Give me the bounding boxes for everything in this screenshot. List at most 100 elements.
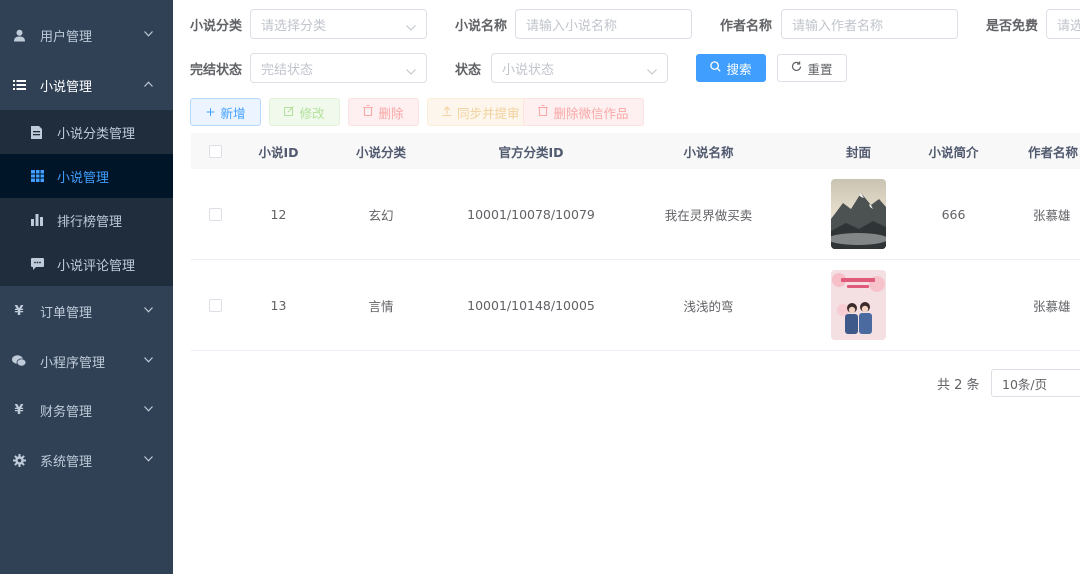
menu-finance-management[interactable]: ¥ 财务管理 bbox=[0, 385, 173, 435]
author-label: 作者名称 bbox=[720, 19, 773, 34]
intro-cell bbox=[906, 260, 1001, 350]
intro-cell: 666 bbox=[941, 206, 966, 222]
cover-image[interactable] bbox=[831, 179, 886, 249]
table-row: 13 言情 10001/10148/10005 浅浅的弯 张慕雄 bbox=[191, 260, 1080, 351]
novel-name-input[interactable]: 请输入小说名称 bbox=[515, 9, 692, 39]
table-icon bbox=[30, 169, 44, 183]
menu-order-management[interactable]: ¥ 订单管理 bbox=[0, 286, 173, 336]
cover-cell bbox=[811, 169, 906, 259]
cover-cell bbox=[811, 260, 906, 350]
reset-button-label: 重置 bbox=[807, 61, 833, 77]
free-placeholder: 请选 bbox=[1057, 18, 1080, 34]
page-size-value: 10条/页 bbox=[1002, 376, 1048, 392]
author-cell: 张慕雄 bbox=[1033, 298, 1071, 314]
column-header: 小说名称 bbox=[683, 144, 734, 160]
category-cell: 言情 bbox=[368, 298, 394, 314]
menu-label: 订单管理 bbox=[40, 305, 93, 321]
sidebar-item-ranking[interactable]: 排行榜管理 bbox=[0, 198, 173, 242]
plus-icon: + bbox=[205, 105, 216, 119]
sync-submit-button[interactable]: 同步并提审 bbox=[427, 98, 529, 126]
status-placeholder: 小说状态 bbox=[502, 62, 555, 78]
refresh-icon bbox=[791, 61, 802, 75]
cover-image[interactable] bbox=[831, 270, 886, 340]
sidebar-item-label: 排行榜管理 bbox=[57, 214, 123, 230]
sidebar-item-novel-category[interactable]: 小说分类管理 bbox=[0, 110, 173, 154]
finish-placeholder: 完结状态 bbox=[261, 62, 314, 78]
select-all-cell[interactable] bbox=[201, 133, 229, 169]
edit-button[interactable]: 修改 bbox=[269, 98, 340, 126]
category-label: 小说分类 bbox=[190, 19, 243, 34]
chevron-down-icon bbox=[647, 64, 657, 75]
column-header: 小说ID bbox=[258, 144, 299, 160]
sidebar-item-label: 小说管理 bbox=[57, 170, 110, 186]
yen-icon: ¥ bbox=[14, 303, 24, 319]
add-button-label: 新增 bbox=[220, 105, 246, 121]
sidebar: 用户管理 小说管理 小说分类管理 小说管理 排行榜管理 小说评论管理 ¥ 订单管… bbox=[0, 0, 173, 574]
category-cell: 玄幻 bbox=[368, 207, 394, 223]
user-icon bbox=[12, 28, 26, 42]
novel-status-select[interactable]: 小说状态 bbox=[491, 53, 668, 83]
novel-name-placeholder: 请输入小说名称 bbox=[526, 18, 618, 34]
sidebar-item-label: 小说评论管理 bbox=[57, 258, 136, 274]
category-placeholder: 请选择分类 bbox=[261, 18, 327, 34]
author-name-placeholder: 请输入作者名称 bbox=[792, 18, 884, 34]
menu-label: 小程序管理 bbox=[40, 355, 106, 371]
delete-wechat-works-button[interactable]: 删除微信作品 bbox=[523, 98, 644, 126]
menu-label: 系统管理 bbox=[40, 454, 93, 470]
finish-label: 完结状态 bbox=[190, 63, 243, 78]
finish-status-select[interactable]: 完结状态 bbox=[250, 53, 427, 83]
search-icon bbox=[710, 61, 722, 75]
wechat-icon bbox=[12, 354, 26, 368]
column-header: 小说简介 bbox=[928, 144, 979, 160]
search-button[interactable]: 搜索 bbox=[696, 54, 766, 82]
menu-novel-management[interactable]: 小说管理 bbox=[0, 60, 173, 110]
menu-miniprogram-management[interactable]: 小程序管理 bbox=[0, 336, 173, 386]
row-checkbox[interactable] bbox=[208, 207, 222, 221]
category-select[interactable]: 请选择分类 bbox=[250, 9, 427, 39]
column-header: 小说分类 bbox=[355, 144, 406, 160]
select-all-checkbox[interactable] bbox=[208, 144, 222, 158]
row-select-cell[interactable] bbox=[201, 260, 229, 350]
menu-label: 用户管理 bbox=[40, 29, 93, 45]
free-label: 是否免费 bbox=[986, 19, 1039, 34]
search-button-label: 搜索 bbox=[726, 61, 752, 77]
delete-wechat-works-button-label: 删除微信作品 bbox=[553, 105, 629, 121]
novel-id-cell: 13 bbox=[270, 297, 287, 313]
sidebar-item-novel-management[interactable]: 小说管理 bbox=[0, 154, 173, 198]
novel-id-cell: 12 bbox=[270, 206, 287, 222]
gear-icon bbox=[12, 453, 26, 467]
official-id-cell: 10001/10078/10079 bbox=[467, 206, 595, 222]
author-cell: 张慕雄 bbox=[1033, 207, 1071, 223]
column-header: 封面 bbox=[845, 144, 871, 160]
sidebar-item-comments[interactable]: 小说评论管理 bbox=[0, 242, 173, 286]
official-id-cell: 10001/10148/10005 bbox=[467, 297, 595, 313]
app: 用户管理 小说管理 小说分类管理 小说管理 排行榜管理 小说评论管理 ¥ 订单管… bbox=[0, 0, 1080, 574]
author-name-input[interactable]: 请输入作者名称 bbox=[781, 9, 958, 39]
page-size-select[interactable]: 10条/页 bbox=[991, 369, 1080, 397]
table-row: 12 玄幻 10001/10078/10079 我在灵界做买卖 666 张慕雄 bbox=[191, 169, 1080, 260]
trash-icon bbox=[363, 105, 374, 119]
add-button[interactable]: + 新增 bbox=[190, 98, 261, 126]
name-label: 小说名称 bbox=[455, 19, 508, 34]
trash-icon bbox=[538, 105, 549, 119]
chevron-down-icon bbox=[144, 31, 153, 39]
comment-icon bbox=[30, 257, 44, 271]
row-select-cell[interactable] bbox=[201, 169, 229, 259]
menu-system-management[interactable]: 系统管理 bbox=[0, 435, 173, 485]
row-checkbox[interactable] bbox=[208, 298, 222, 312]
pagination-total: 共 2 条 bbox=[937, 378, 980, 393]
delete-button[interactable]: 删除 bbox=[348, 98, 419, 126]
upload-icon bbox=[442, 105, 452, 119]
menu-user-management[interactable]: 用户管理 bbox=[0, 10, 173, 60]
column-header: 官方分类ID bbox=[498, 144, 564, 160]
yen-icon: ¥ bbox=[14, 402, 24, 418]
menu-label: 财务管理 bbox=[40, 404, 93, 420]
chevron-up-icon bbox=[144, 81, 153, 89]
sidebar-item-label: 小说分类管理 bbox=[57, 126, 136, 142]
free-select[interactable]: 请选 bbox=[1046, 9, 1080, 39]
novel-submenu: 小说分类管理 小说管理 排行榜管理 小说评论管理 bbox=[0, 110, 173, 286]
reset-button[interactable]: 重置 bbox=[777, 54, 847, 82]
list-icon bbox=[12, 78, 26, 92]
delete-button-label: 删除 bbox=[378, 105, 404, 121]
column-header: 作者名称 bbox=[1028, 144, 1079, 160]
